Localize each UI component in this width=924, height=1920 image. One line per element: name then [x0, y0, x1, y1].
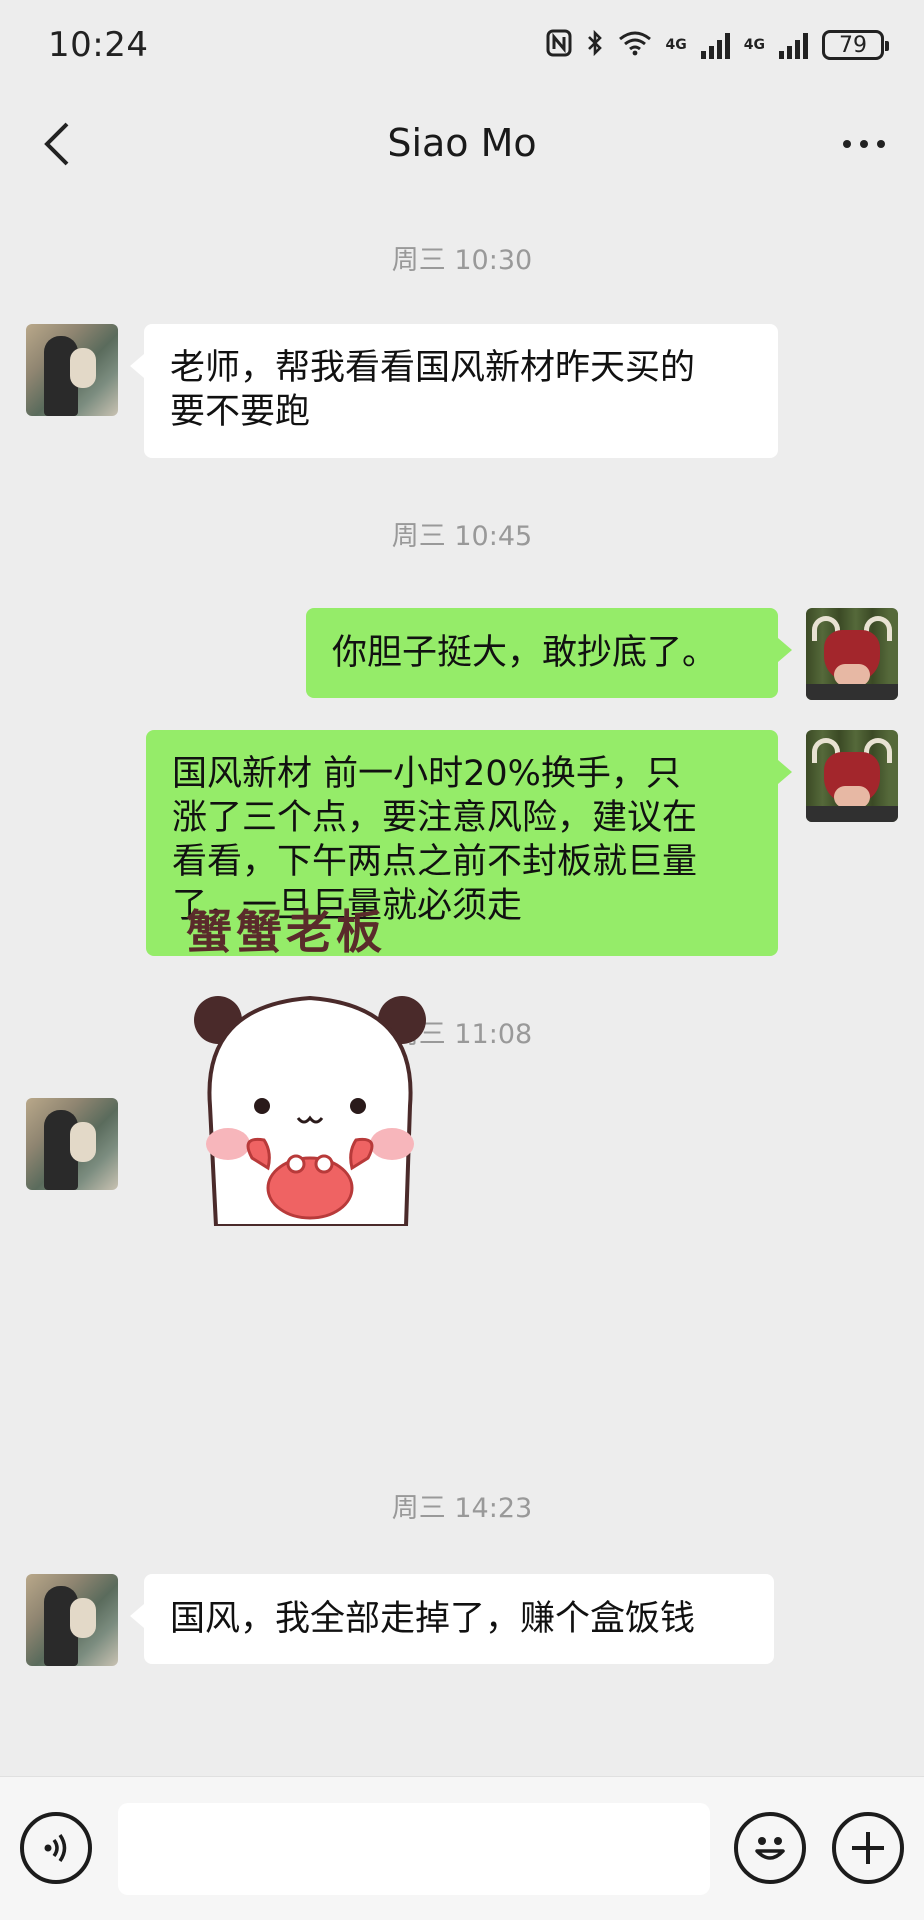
more-dots-icon: [843, 140, 851, 148]
emoji-button[interactable]: [734, 1812, 806, 1884]
chat-messages[interactable]: 周三 10:30 老师，帮我看看国风新材昨天买的 要不要跑 周三 10:45 你…: [0, 196, 924, 1776]
message-line: 看看，下午两点之前不封板就巨量: [172, 842, 698, 882]
message-line: 国风新材 前一小时20%换手，只: [172, 754, 681, 794]
voice-icon: [44, 1834, 67, 1862]
bluetooth-icon: [586, 29, 604, 62]
title-bar: Siao Mo: [0, 90, 924, 196]
network-label-2: 4G: [743, 36, 765, 53]
message-line: 国风，我全部走掉了，赚个盒饭钱: [170, 1599, 696, 1639]
network-label-1: 4G: [665, 36, 687, 53]
status-bar: 10:24 4G 4G 79: [0, 0, 924, 90]
emoji-icon: [755, 1837, 785, 1860]
status-time: 10:24: [48, 25, 149, 65]
message-line: 你胆子挺大，敢抄底了。: [332, 633, 718, 673]
chat-screen: 10:24 4G 4G 79 Siao Mo 周三 10:30 老师，帮我看看国…: [0, 0, 924, 1920]
more-button[interactable]: [834, 116, 894, 172]
more-dot: [860, 140, 868, 148]
avatar-suit: [806, 806, 898, 822]
battery-icon: 79: [822, 30, 889, 60]
nfc-icon: [546, 29, 572, 62]
timestamp: 周三 10:45: [391, 521, 533, 552]
message-bubble-incoming[interactable]: 老师，帮我看看国风新材昨天买的 要不要跑: [130, 324, 778, 458]
message-input[interactable]: [118, 1803, 710, 1895]
timestamp: 周三 10:30: [391, 245, 533, 276]
voice-button[interactable]: [20, 1812, 92, 1884]
avatar-bull-snout: [834, 664, 870, 686]
avatar-contact[interactable]: [26, 324, 118, 416]
sticker-message[interactable]: 蟹蟹老板: [180, 896, 470, 1226]
message-bubble-outgoing[interactable]: 你胆子挺大，敢抄底了。: [306, 608, 792, 698]
battery-level: 79: [839, 32, 867, 58]
avatar-figure: [70, 1122, 96, 1162]
signal-icon-1: [700, 31, 730, 59]
avatar-self[interactable]: [806, 730, 898, 822]
message-line: 涨了三个点，要注意风险，建议在: [172, 798, 698, 838]
message-line: 要不要跑: [170, 392, 311, 432]
chevron-left-icon: [44, 122, 69, 166]
chat-title: Siao Mo: [387, 121, 537, 165]
avatar-contact[interactable]: [26, 1098, 118, 1190]
plus-icon: [852, 1832, 884, 1864]
plus-button[interactable]: [832, 1812, 904, 1884]
more-dot: [877, 140, 885, 148]
avatar-figure: [70, 1598, 96, 1638]
avatar-self[interactable]: [806, 608, 898, 700]
avatar-bull-snout: [834, 786, 870, 808]
input-bar: [0, 1776, 924, 1920]
back-button[interactable]: [30, 116, 86, 172]
panda-sticker-icon: [194, 995, 426, 1226]
message-line: 老师，帮我看看国风新材昨天买的: [170, 348, 696, 388]
avatar-suit: [806, 684, 898, 700]
timestamp: 周三 14:23: [391, 1493, 533, 1524]
message-bubble-incoming[interactable]: 国风，我全部走掉了，赚个盒饭钱: [130, 1574, 774, 1664]
avatar-figure: [70, 348, 96, 388]
avatar-contact[interactable]: [26, 1574, 118, 1666]
signal-icon-2: [779, 31, 808, 59]
status-icons: 4G 4G 79: [546, 29, 889, 62]
wifi-icon: [618, 30, 652, 61]
